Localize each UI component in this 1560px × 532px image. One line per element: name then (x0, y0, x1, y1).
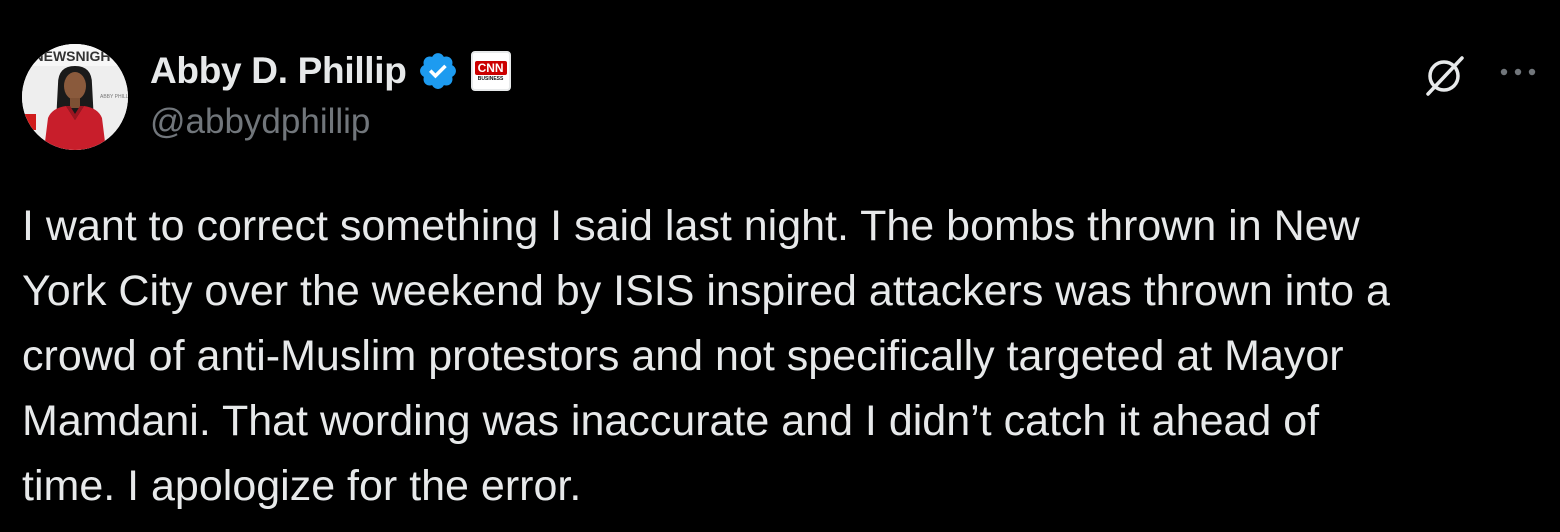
display-name[interactable]: Abby D. Phillip (150, 50, 407, 92)
avatar[interactable]: NEWSNIGH ABBY PHILLIP (22, 44, 128, 150)
cnn-logo-icon: CNN (474, 60, 507, 75)
grok-slash-circle-icon[interactable] (1420, 50, 1470, 100)
affiliation-sub-label: BUSINESS (477, 75, 504, 82)
tweet-text: I want to correct something I said last … (22, 202, 1390, 510)
verified-badge-icon[interactable] (417, 50, 459, 92)
svg-text:ABBY PHILLIP: ABBY PHILLIP (100, 94, 128, 100)
more-dots-icon[interactable] (1498, 62, 1538, 82)
tweet: NEWSNIGH ABBY PHILLIP Abby D. Phillip CN… (0, 0, 1560, 532)
author-handle[interactable]: @abbydphillip (150, 102, 370, 142)
affiliation-badge[interactable]: CNN BUSINESS (470, 51, 511, 91)
avatar-image: NEWSNIGH ABBY PHILLIP (22, 44, 128, 150)
author-name-row: Abby D. Phillip CNN BUSINESS (150, 46, 511, 96)
avatar-banner-text: NEWSNIGH (34, 48, 111, 64)
